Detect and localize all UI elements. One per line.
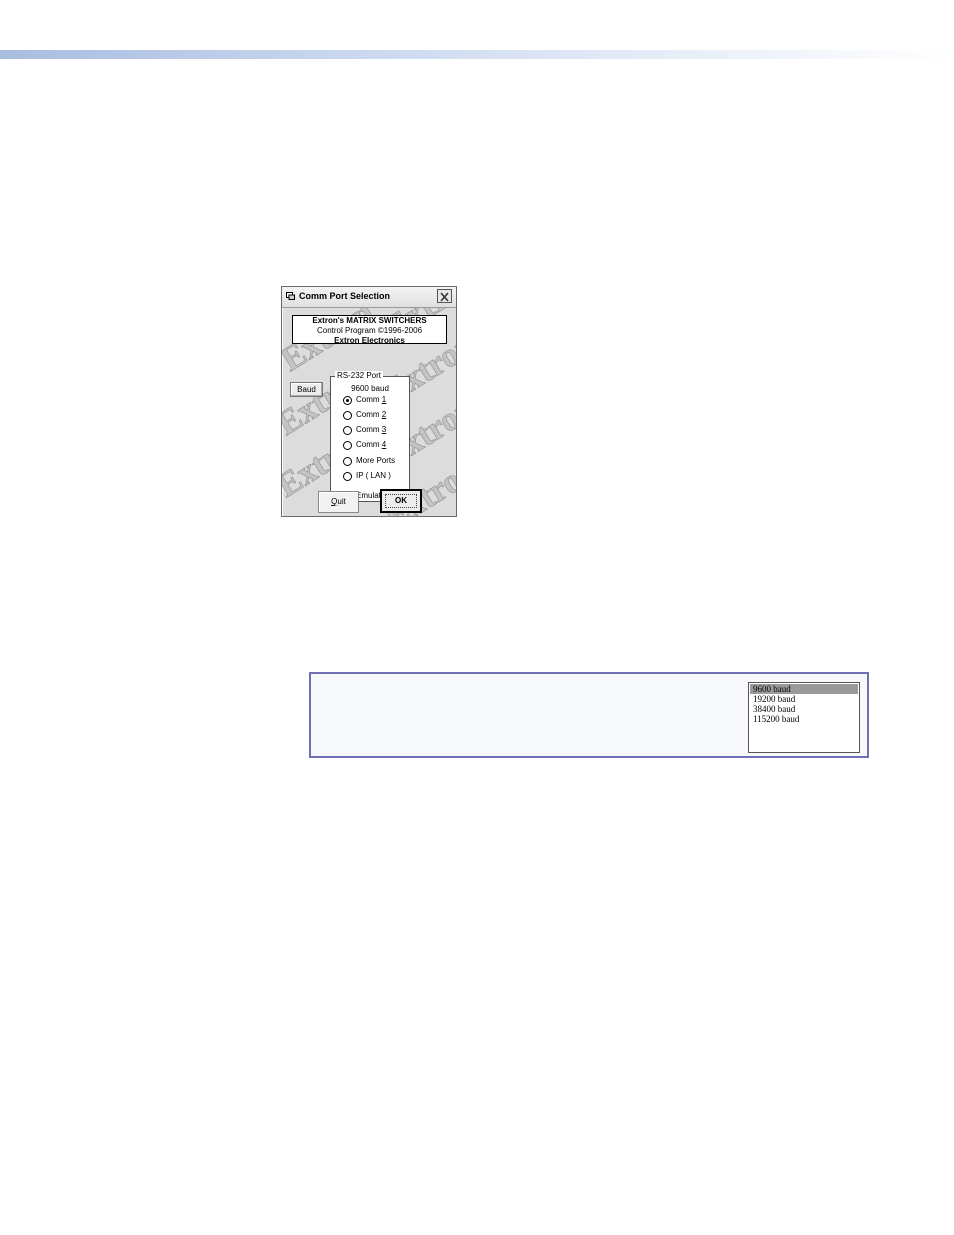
radio-button[interactable] <box>343 411 352 420</box>
list-item[interactable]: 19200 baud <box>750 694 858 704</box>
baud-rate-note-box: 9600 baud 19200 baud 38400 baud 115200 b… <box>309 672 869 758</box>
radio-label: Comm 4 <box>356 440 387 449</box>
radio-label: Comm 1 <box>356 395 387 404</box>
baud-readout: 9600 baud <box>351 384 389 393</box>
dialog-title: Comm Port Selection <box>299 291 391 301</box>
port-group-legend: RS-232 Port <box>335 371 384 381</box>
radio-button[interactable] <box>343 441 352 450</box>
radio-button[interactable] <box>343 426 352 435</box>
radio-label: Comm 2 <box>356 410 387 419</box>
list-item[interactable]: 9600 baud <box>750 684 858 694</box>
radio-button[interactable] <box>343 457 352 466</box>
radio-button[interactable] <box>343 472 352 481</box>
info-line-1: Extron's MATRIX SWITCHERS <box>312 316 427 325</box>
dialog-titlebar[interactable]: Comm Port Selection <box>282 287 456 308</box>
baud-button[interactable]: Baud <box>290 382 323 397</box>
app-icon <box>286 292 295 300</box>
list-item[interactable]: 115200 baud <box>750 714 858 724</box>
comm-port-selection-dialog: Comm Port Selection Extron Extron Extron… <box>281 286 457 517</box>
dialog-client: Extron Extron Extron Extron Extron Extro… <box>282 308 456 516</box>
list-item[interactable]: 38400 baud <box>750 704 858 714</box>
ok-button[interactable]: OK <box>380 489 422 513</box>
quit-button[interactable]: Quit <box>318 491 359 513</box>
header-rule <box>0 50 954 59</box>
radio-button[interactable] <box>343 396 352 405</box>
close-icon <box>440 292 449 302</box>
close-button[interactable] <box>437 289 452 303</box>
info-line-2: Control Program ©1996-2006 <box>316 326 423 335</box>
baud-rate-list[interactable]: 9600 baud 19200 baud 38400 baud 115200 b… <box>748 682 860 753</box>
info-line-3: Extron Electronics <box>334 336 405 345</box>
program-info-box: Extron's MATRIX SWITCHERS Control Progra… <box>292 315 447 345</box>
rs232-port-group: RS-232 Port 9600 baud Comm 1 Comm 2 Comm… <box>330 371 410 502</box>
radio-label: More Ports <box>356 456 396 465</box>
radio-label: IP ( LAN ) <box>356 471 391 480</box>
radio-label: Comm 3 <box>356 425 387 434</box>
